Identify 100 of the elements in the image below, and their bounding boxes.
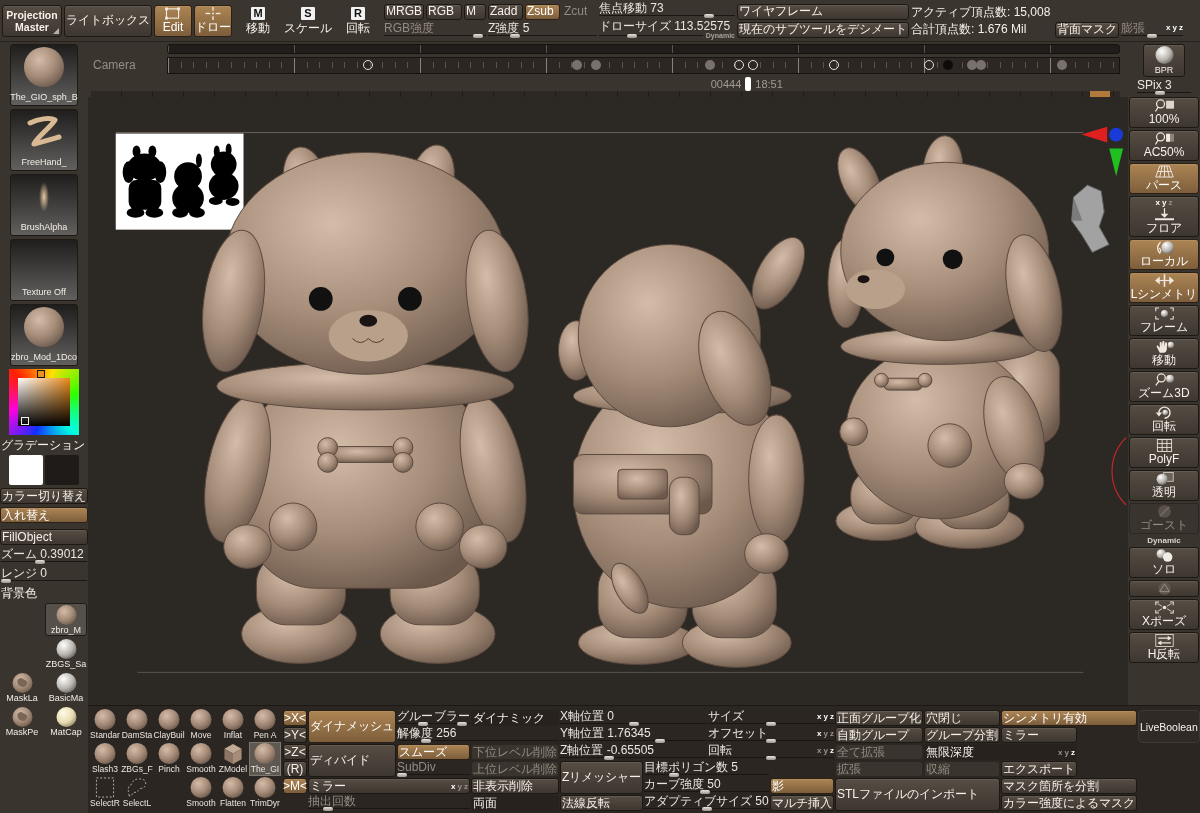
rotate-mode-button[interactable]: R 回転 (334, 3, 382, 38)
auto-group-button[interactable]: 自動グループ (835, 727, 923, 743)
swap-colors-button[interactable]: 入れ替え (0, 507, 88, 523)
slider-thumb[interactable] (421, 739, 432, 743)
keyframe-marker-icon[interactable] (1056, 60, 1067, 70)
xpose-button[interactable]: Xポーズ (1129, 599, 1199, 630)
slider-thumb[interactable] (766, 739, 776, 743)
slider-thumb[interactable] (1154, 91, 1165, 95)
material-thumbnail[interactable]: zbro_Mod_1Dco (10, 304, 78, 366)
alpha-thumbnail[interactable]: BrushAlpha (10, 174, 78, 236)
color-swatch-icon[interactable] (9, 455, 43, 485)
brush-button[interactable]: SelectL (121, 776, 153, 810)
smooth-button[interactable]: スムーズ (397, 744, 470, 760)
symmetry-axis-button[interactable]: (R) (283, 761, 307, 777)
material-button[interactable]: BasicMa (45, 671, 87, 704)
slider-thumb[interactable] (766, 756, 776, 760)
brush-button[interactable]: Standar (89, 708, 121, 742)
slider-track[interactable] (1137, 91, 1191, 95)
local-button[interactable]: ローカル (1129, 239, 1199, 270)
axis-toggle[interactable]: z (830, 728, 834, 738)
axis-toggle[interactable]: z (830, 745, 834, 755)
brush-button[interactable]: The_GI (249, 742, 281, 776)
divide-button[interactable]: ディバイド (308, 744, 396, 777)
perspective-button[interactable]: パース (1129, 163, 1199, 194)
double-sided-toggle[interactable]: 両面 (471, 795, 559, 811)
brush-button[interactable]: ZModel (217, 742, 249, 776)
dynamic-toggle[interactable]: Dynamic (1147, 536, 1181, 545)
axis-gizmo-icon[interactable] (1081, 126, 1124, 177)
move-view-button[interactable]: 移動 (1129, 338, 1199, 369)
split-masked-button[interactable]: マスク箇所を分割 (1001, 778, 1137, 794)
half-size-button[interactable]: AC50% (1129, 130, 1199, 161)
sculpt-mode-button[interactable]: Zsub (525, 3, 560, 20)
brush-button[interactable]: Pinch (153, 742, 185, 776)
slider-track[interactable] (1, 560, 87, 564)
move-mode-button[interactable]: M 移動 (234, 3, 282, 38)
slider-thumb[interactable] (766, 722, 776, 726)
color-picker[interactable] (9, 369, 79, 435)
axis-toggle[interactable]: y (823, 728, 828, 738)
slider-track[interactable] (599, 13, 735, 18)
timeline-playhead[interactable] (745, 77, 752, 91)
axis-toggle[interactable]: y (1162, 198, 1167, 207)
material-button[interactable]: MaskPe (1, 705, 43, 738)
brush-button[interactable]: TrimDyr (249, 776, 281, 810)
boolean-button[interactable]: LiveBoolean (1138, 710, 1200, 743)
slider-thumb[interactable] (669, 773, 680, 777)
hue-marker-icon[interactable] (37, 370, 45, 378)
scale-mode-button[interactable]: S スケール (284, 3, 332, 38)
decimate-button[interactable]: 現在のサブツールをデシメート (737, 21, 909, 38)
axis-toggle[interactable]: y (823, 711, 828, 721)
delete-hidden-button[interactable]: 非表示削除 (471, 778, 559, 794)
close-holes-button[interactable]: 穴閉じ (924, 710, 1000, 726)
axis-toggle[interactable]: x (817, 745, 822, 755)
slider-thumb[interactable] (509, 33, 520, 38)
local-symmetry-button[interactable]: Lシンメトリ (1129, 272, 1199, 303)
slider-thumb[interactable] (703, 13, 714, 18)
switch-color-button[interactable]: カラー切り替え (0, 488, 88, 504)
brush-button[interactable]: ClayBuil (153, 708, 185, 742)
zoom-view-button[interactable]: ズーム3D (1129, 371, 1199, 402)
symmetry-axis-button[interactable]: >Y< (283, 727, 307, 743)
flip-normals-button[interactable]: 法線反転 (560, 795, 643, 811)
slider-track[interactable] (1121, 33, 1183, 38)
export-button[interactable]: エクスポート (1001, 761, 1077, 777)
slider-thumb[interactable] (603, 756, 614, 760)
polyframe-button[interactable]: PolyF (1129, 437, 1199, 468)
texture-thumbnail[interactable]: Texture Off (10, 239, 78, 301)
edit-button[interactable]: Edit (154, 4, 192, 37)
slider-thumb[interactable] (457, 722, 468, 726)
slider-thumb[interactable] (654, 739, 665, 743)
shadow-button[interactable]: 影 (770, 778, 834, 794)
fill-object-button[interactable]: FillObject (0, 529, 88, 545)
keyframe-marker-icon[interactable] (705, 60, 716, 70)
dynamesh-button[interactable]: ダイナメッシュ (308, 710, 396, 743)
axis-toggle[interactable]: x (817, 728, 822, 738)
brush-button[interactable]: Smooth (185, 742, 217, 776)
brush-button[interactable]: DamSta (121, 708, 153, 742)
axis-toggle[interactable]: z (830, 711, 834, 721)
infinite-depth-toggle[interactable]: 無限深度 x y z (924, 744, 1077, 760)
slider-thumb[interactable] (701, 807, 712, 811)
material-button[interactable]: ZBGS_Sa (45, 637, 87, 670)
brush-button[interactable]: Inflat (217, 708, 249, 742)
group-front-button[interactable]: 正面グループ化 (835, 710, 923, 726)
color-mode-button[interactable]: RGB (426, 3, 462, 20)
head-gizmo-icon[interactable] (1071, 184, 1110, 253)
backface-mask-button[interactable]: 背面マスク (1055, 21, 1119, 38)
symmetry-axis-button[interactable]: >X< (283, 710, 307, 726)
timeline-track[interactable] (167, 44, 1120, 54)
brush-button[interactable]: Pen A (249, 708, 281, 742)
brush-button[interactable]: Flatten (217, 776, 249, 810)
material-button[interactable]: MatCap (45, 705, 87, 738)
bpr-render-button[interactable]: BPR (1143, 44, 1185, 77)
sphere-mode-button[interactable] (1129, 580, 1199, 597)
sculpt-mode-button[interactable]: Zadd (488, 3, 523, 20)
dynamic-toggle[interactable]: ダイナミック (471, 710, 559, 726)
keyframe-track[interactable] (167, 57, 1120, 74)
lightbox-button[interactable]: ライトボックス (64, 4, 152, 37)
stl-import-button[interactable]: STLファイルのインポート (835, 778, 1000, 811)
slider-thumb[interactable] (417, 722, 428, 726)
slider-thumb[interactable] (627, 33, 638, 38)
axis-toggle[interactable]: x (1058, 747, 1063, 757)
stroke-thumbnail[interactable]: FreeHand_ (10, 109, 78, 171)
